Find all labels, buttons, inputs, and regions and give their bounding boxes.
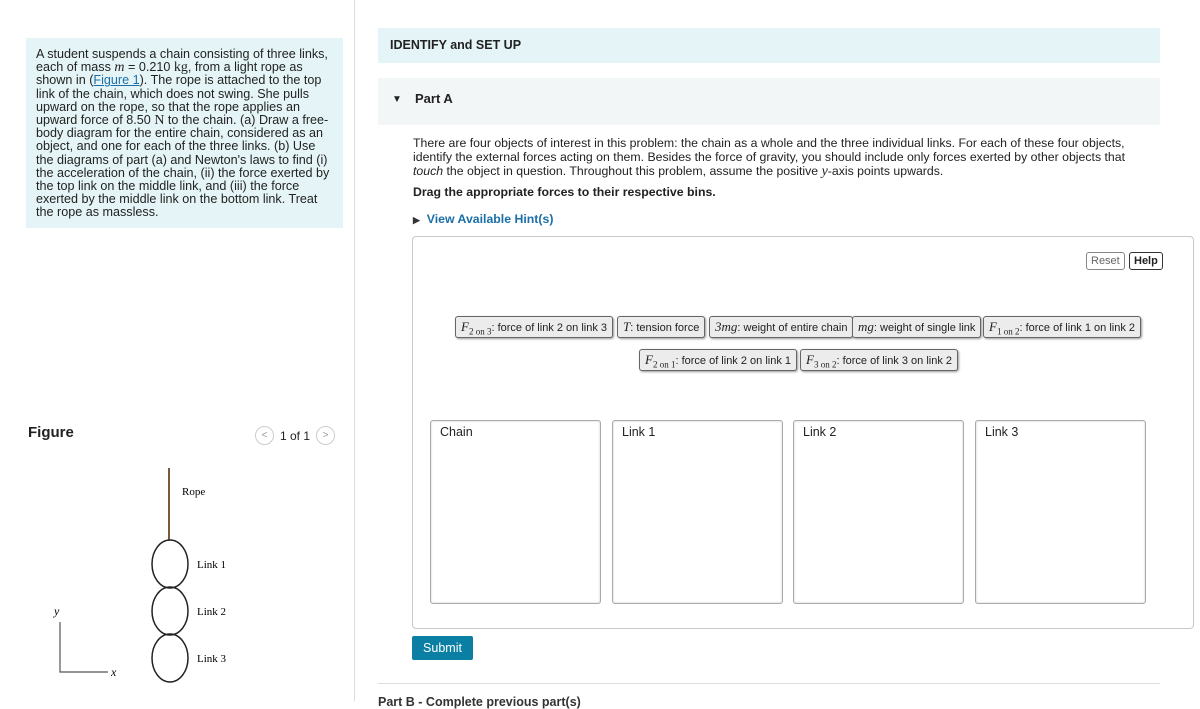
- force-chip[interactable]: F2 on 1: force of link 2 on link 1: [639, 349, 798, 371]
- part-a-intro: There are four objects of interest in th…: [413, 136, 1126, 179]
- y-axis-label: y: [53, 604, 60, 618]
- collapse-triangle-icon: ▼: [392, 94, 402, 105]
- panel-divider: [354, 0, 355, 701]
- bin-link-2[interactable]: Link 2: [793, 420, 964, 604]
- force-chip[interactable]: T: tension force: [617, 316, 706, 338]
- section-divider: [378, 683, 1160, 684]
- force-chip[interactable]: 3mg: weight of entire chain: [709, 316, 854, 338]
- link3-label: Link 3: [197, 653, 227, 665]
- rope-label: Rope: [182, 486, 205, 498]
- link2-label: Link 2: [197, 606, 226, 618]
- figure-heading: Figure: [28, 424, 74, 441]
- x-axis-label: x: [110, 665, 117, 679]
- bin-link-3[interactable]: Link 3: [975, 420, 1146, 604]
- identify-section-header: IDENTIFY and SET UP: [378, 28, 1160, 63]
- problem-statement: A student suspends a chain consisting of…: [26, 38, 343, 228]
- part-a-header[interactable]: ▼ Part A: [378, 78, 1160, 125]
- instruction: Drag the appropriate forces to their res…: [413, 185, 716, 199]
- chain-figure: Rope Link 1 Link 2 Link 3 y x: [53, 468, 227, 683]
- figure-pager: < 1 of 1 >: [255, 426, 336, 445]
- part-b-header[interactable]: Part B - Complete previous part(s): [378, 695, 581, 709]
- force-chip[interactable]: F1 on 2: force of link 1 on link 2: [983, 316, 1142, 338]
- next-figure-button[interactable]: >: [316, 426, 336, 445]
- caret-right-icon: ▶: [413, 215, 420, 225]
- help-button[interactable]: Help: [1129, 252, 1163, 270]
- bin-chain[interactable]: Chain: [430, 420, 601, 604]
- submit-button[interactable]: Submit: [412, 636, 473, 660]
- force-chip[interactable]: F3 on 2: force of link 3 on link 2: [800, 349, 959, 371]
- force-chip[interactable]: F2 on 3: force of link 2 on link 3: [455, 316, 614, 338]
- prev-figure-button[interactable]: <: [255, 426, 274, 445]
- bin-link-1[interactable]: Link 1: [612, 420, 783, 604]
- reset-button[interactable]: Reset: [1086, 252, 1125, 270]
- force-chip[interactable]: mg: weight of single link: [852, 316, 982, 338]
- hint-toggle[interactable]: ▶ View Available Hint(s): [413, 212, 553, 226]
- figure-link[interactable]: Figure 1: [93, 73, 139, 87]
- link1-label: Link 1: [197, 559, 226, 571]
